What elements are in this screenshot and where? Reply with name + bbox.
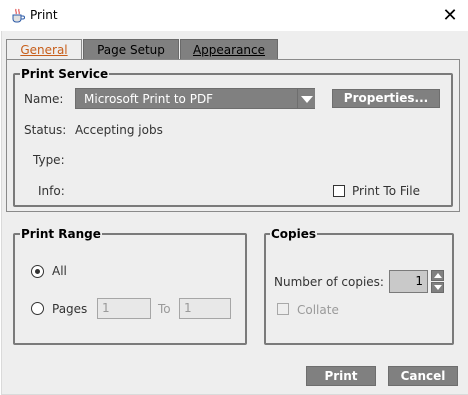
all-label[interactable]: All	[52, 264, 67, 278]
status-label: Status:	[24, 123, 67, 137]
print-to-file-checkbox[interactable]	[333, 185, 345, 197]
info-label: Info:	[38, 184, 65, 198]
java-cup-icon	[12, 8, 25, 23]
collate-label: Collate	[297, 303, 339, 317]
print-range-group	[13, 233, 247, 345]
spin-up-button[interactable]	[431, 270, 444, 281]
name-label: Name:	[24, 92, 64, 106]
tab-general-label: General	[20, 43, 68, 57]
all-radio-selected-dot	[35, 269, 40, 274]
spin-down-icon	[434, 285, 442, 290]
copies-value: 1	[415, 274, 423, 288]
tab-appearance-label: Appearance	[192, 43, 266, 57]
tab-page-setup[interactable]: Page Setup	[83, 39, 179, 60]
close-icon[interactable]: ✕	[436, 2, 464, 29]
printer-select-value: Microsoft Print to PDF	[84, 92, 214, 106]
window-title: Print	[30, 8, 58, 22]
print-range-legend: Print Range	[20, 227, 102, 241]
print-button[interactable]: Print	[306, 366, 376, 386]
tab-general[interactable]: General	[6, 39, 82, 60]
pages-radio[interactable]	[31, 302, 44, 315]
copies-legend: Copies	[270, 227, 318, 241]
print-service-legend: Print Service	[20, 67, 110, 81]
copies-spinner-field[interactable]: 1	[389, 270, 428, 293]
print-to-file-label[interactable]: Print To File	[352, 184, 420, 198]
status-value: Accepting jobs	[75, 123, 163, 137]
to-label: To	[158, 302, 171, 316]
printer-select[interactable]: Microsoft Print to PDF	[75, 88, 315, 109]
pages-from-field[interactable]: 1	[97, 298, 151, 319]
type-label: Type:	[33, 153, 65, 167]
pages-label[interactable]: Pages	[52, 302, 87, 316]
cancel-button[interactable]: Cancel	[388, 366, 458, 386]
properties-button[interactable]: Properties...	[332, 89, 440, 108]
spin-down-button[interactable]	[431, 282, 444, 293]
collate-checkbox[interactable]	[277, 303, 289, 315]
dropdown-button[interactable]	[297, 89, 315, 108]
tab-appearance[interactable]: Appearance	[180, 39, 278, 60]
dropdown-arrow-icon	[301, 96, 313, 103]
pages-to-field[interactable]: 1	[179, 298, 231, 319]
number-of-copies-label: Number of copies:	[274, 275, 384, 289]
tab-page-setup-label: Page Setup	[97, 43, 165, 57]
all-radio[interactable]	[31, 265, 44, 278]
spin-up-icon	[434, 273, 442, 278]
title-bar	[0, 0, 468, 31]
